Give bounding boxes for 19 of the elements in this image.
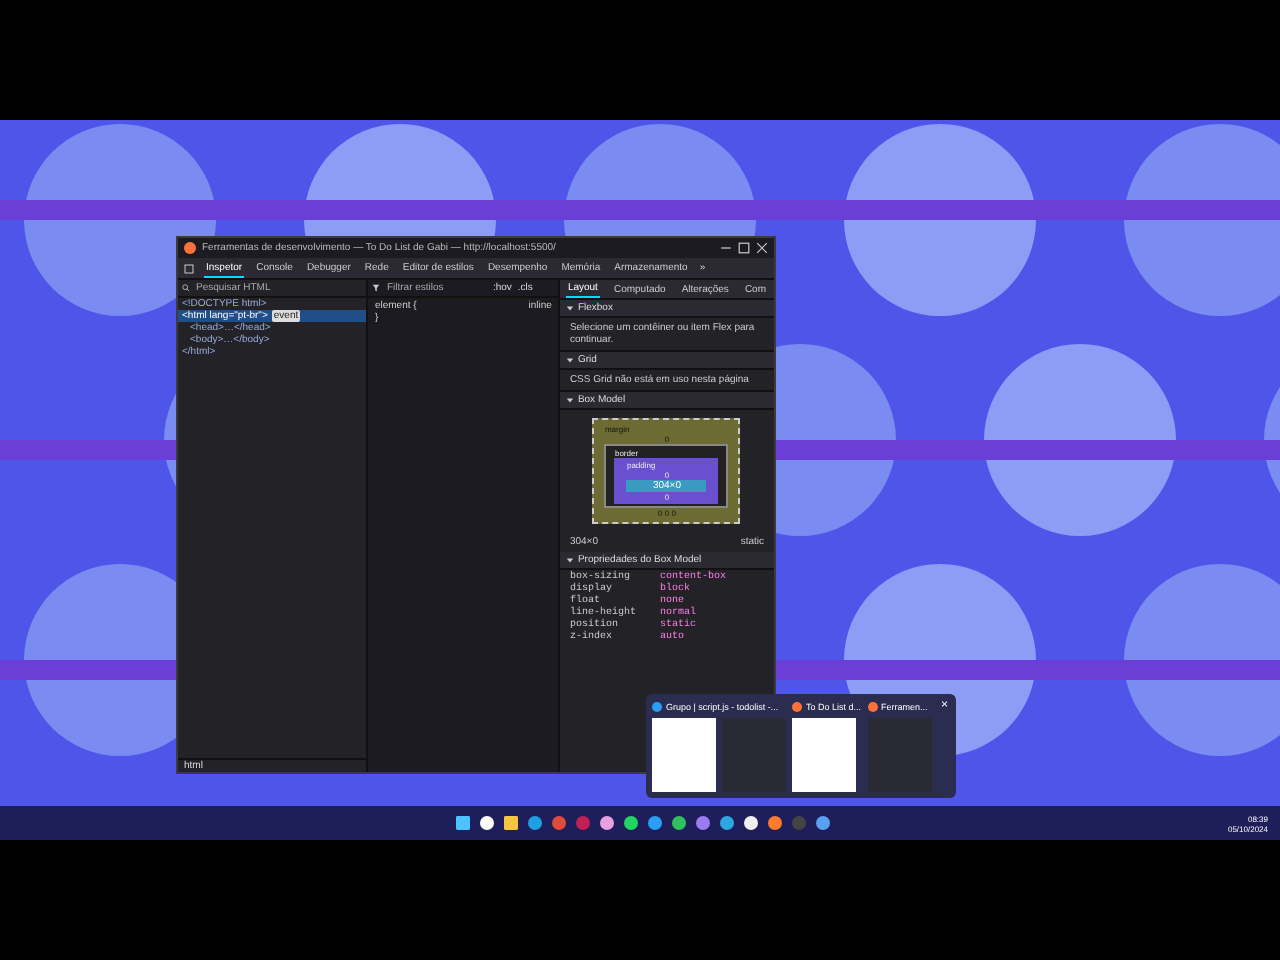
- window-thumbnail[interactable]: [652, 718, 716, 792]
- app-icon: [652, 702, 662, 712]
- expanded-icon: [565, 396, 574, 404]
- browser-logo-icon: [184, 242, 196, 254]
- window-thumbnail[interactable]: [722, 718, 786, 792]
- app-icon[interactable]: [600, 816, 615, 830]
- maximize-icon: [738, 242, 750, 254]
- window-thumbnail[interactable]: [792, 718, 856, 792]
- filter-icon: [372, 284, 381, 292]
- app-icon[interactable]: [744, 816, 759, 830]
- pick-element-icon: [184, 263, 194, 273]
- expanded-icon: [565, 304, 574, 312]
- app-icon: [867, 702, 878, 712]
- minimize-icon: [720, 242, 732, 254]
- window-thumbnail[interactable]: [867, 718, 932, 792]
- close-icon: [756, 242, 768, 254]
- expanded-icon: [565, 356, 574, 364]
- app-icon: [792, 702, 802, 712]
- expanded-icon: [565, 556, 574, 564]
